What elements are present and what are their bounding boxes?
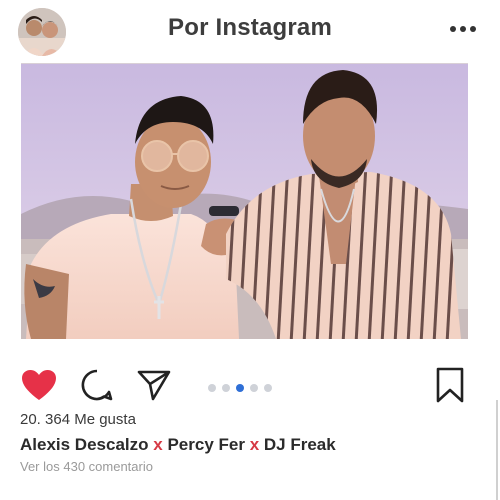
carousel-dot xyxy=(222,384,230,392)
likes-count[interactable]: 20. 364 Me gusta xyxy=(20,411,136,428)
carousel-dot xyxy=(264,384,272,392)
carousel-indicator xyxy=(208,384,272,394)
carousel-dot-active xyxy=(236,384,244,392)
caption-artist-3[interactable]: DJ Freak xyxy=(264,435,336,454)
save-button[interactable] xyxy=(434,366,466,404)
bookmark-icon xyxy=(436,367,464,403)
share-button[interactable] xyxy=(136,368,172,402)
send-icon xyxy=(137,370,171,401)
caption-artist-2[interactable]: Percy Fer xyxy=(167,435,245,454)
post-header: Por Instagram xyxy=(0,0,500,62)
caption-artist-1[interactable]: Alexis Descalzo xyxy=(20,435,149,454)
heart-filled-icon xyxy=(22,370,56,400)
view-comments-link[interactable]: Ver los 430 comentario xyxy=(20,459,153,474)
post-caption: Alexis Descalzo x Percy Fer x DJ Freak xyxy=(20,435,336,455)
header-title: Por Instagram xyxy=(168,14,332,41)
carousel-dot xyxy=(208,384,216,392)
comment-button[interactable] xyxy=(80,368,114,402)
post-photo[interactable] xyxy=(21,63,468,339)
post-photo-illustration xyxy=(21,64,468,339)
caption-separator: x xyxy=(249,435,260,454)
carousel-dot xyxy=(250,384,258,392)
post-actions-bar xyxy=(0,358,500,406)
scrollbar[interactable] xyxy=(496,400,498,500)
comment-icon xyxy=(81,369,113,401)
caption-separator: x xyxy=(153,435,163,454)
more-options-icon[interactable] xyxy=(448,22,478,36)
like-button[interactable] xyxy=(20,368,58,402)
